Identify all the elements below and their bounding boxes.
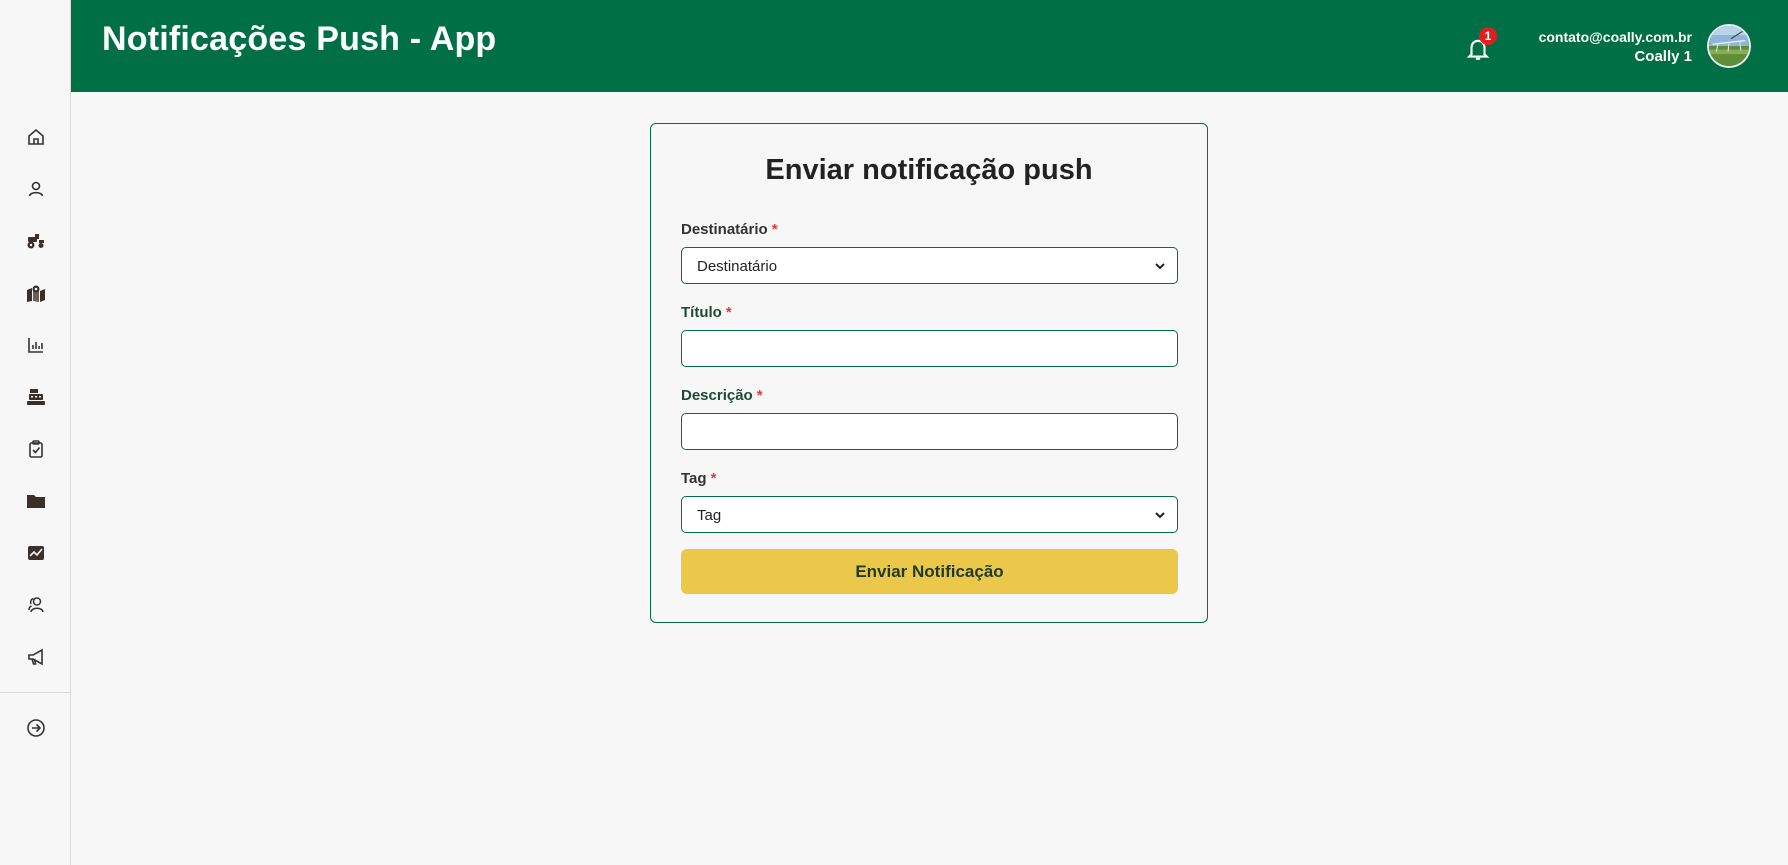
cash-register-icon[interactable] <box>23 384 49 410</box>
required-mark: * <box>710 470 717 487</box>
required-mark: * <box>756 387 763 404</box>
map-location-icon[interactable] <box>23 280 49 306</box>
send-notification-button[interactable]: Enviar Notificação <box>681 549 1178 594</box>
folder-icon[interactable] <box>23 488 49 514</box>
chevron-down-icon <box>1155 263 1165 270</box>
description-label-text: Descrição <box>681 387 753 404</box>
recipient-label: Destinatário * <box>681 221 778 238</box>
notification-count-badge: 1 <box>1479 27 1497 45</box>
push-notification-form: Enviar notificação push Destinatário * De… <box>650 123 1208 623</box>
user-email: contato@coally.com.br <box>1538 29 1692 45</box>
clipboard-check-icon[interactable] <box>23 436 49 462</box>
megaphone-icon[interactable] <box>23 644 49 670</box>
recipient-select-value: Destinatário <box>697 258 778 275</box>
chevron-down-icon <box>1155 512 1165 519</box>
arrow-circle-right-icon[interactable] <box>23 715 49 741</box>
image-chart-icon[interactable] <box>23 540 49 566</box>
recipient-label-text: Destinatário <box>681 221 768 238</box>
notifications-button[interactable]: 1 <box>1459 26 1497 66</box>
description-label: Descrição * <box>681 387 763 404</box>
title-label-text: Título <box>681 304 722 321</box>
required-mark: * <box>771 221 778 238</box>
form-title: Enviar notificação push <box>765 154 1093 186</box>
sidebar <box>0 0 71 865</box>
tag-label-text: Tag <box>681 470 707 487</box>
tractor-icon[interactable] <box>23 228 49 254</box>
title-label: Título * <box>681 304 732 321</box>
tag-label: Tag * <box>681 470 716 487</box>
tag-select[interactable]: Tag <box>681 496 1178 533</box>
description-input[interactable] <box>681 413 1178 450</box>
page-title: Notificações Push - App <box>102 20 497 58</box>
tag-select-value: Tag <box>697 507 722 524</box>
required-mark: * <box>725 304 732 321</box>
title-input[interactable] <box>681 330 1178 367</box>
bar-chart-icon[interactable] <box>23 332 49 358</box>
avatar[interactable] <box>1707 24 1751 68</box>
user-icon[interactable] <box>23 176 49 202</box>
top-header: Notificações Push - App 1 contato@coally… <box>71 0 1788 92</box>
sidebar-divider <box>0 692 70 693</box>
home-icon[interactable] <box>23 124 49 150</box>
recipient-select[interactable]: Destinatário <box>681 247 1178 284</box>
user-name: Coally 1 <box>1634 48 1692 65</box>
users-icon[interactable] <box>23 592 49 618</box>
